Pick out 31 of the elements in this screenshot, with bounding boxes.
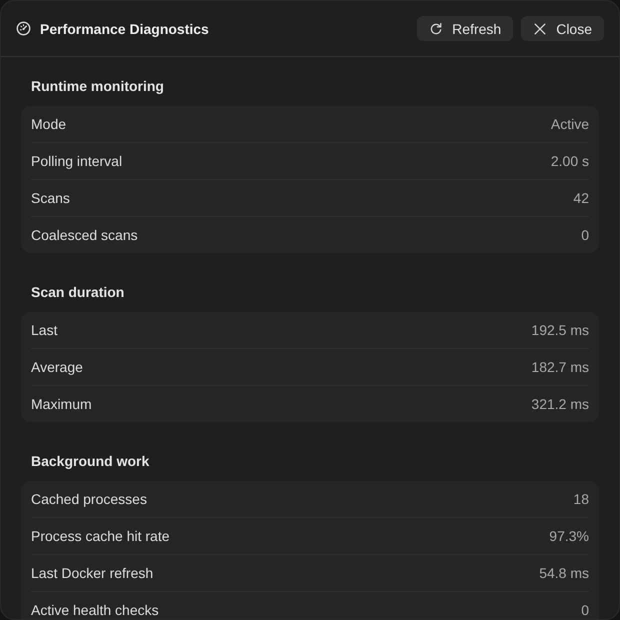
row-label: Maximum	[31, 396, 92, 412]
row-label: Coalesced scans	[31, 227, 138, 243]
row-value: 54.8 ms	[539, 565, 589, 581]
row-value: 182.7 ms	[531, 359, 589, 375]
row-label: Last	[31, 322, 58, 338]
refresh-icon	[429, 22, 444, 36]
row-value: 18	[573, 491, 589, 507]
row-value: 2.00 s	[550, 153, 589, 169]
gauge-icon	[16, 21, 31, 36]
close-icon	[533, 22, 548, 36]
row-label: Process cache hit rate	[31, 528, 170, 544]
row-value: 192.5 ms	[531, 322, 589, 338]
row-label: Active health checks	[31, 602, 159, 618]
row-label: Average	[31, 359, 83, 375]
row-value: 0	[581, 227, 589, 243]
window-title: Performance Diagnostics	[40, 20, 209, 36]
row-label: Polling interval	[31, 153, 122, 169]
row-label: Cached processes	[31, 491, 147, 507]
row-label: Last Docker refresh	[31, 565, 154, 581]
row-label: Scans	[31, 190, 70, 206]
section-heading: Scan duration	[30, 283, 126, 302]
row-value: 97.3%	[549, 528, 589, 544]
row-value: Active	[550, 116, 589, 132]
row-value: 42	[573, 190, 589, 206]
row-label: Mode	[31, 116, 66, 132]
section-heading: Background work	[30, 452, 150, 471]
close-button[interactable]: Close	[521, 16, 604, 41]
section-heading: Runtime monitoring	[30, 77, 165, 96]
row-value: 0	[581, 602, 589, 618]
refresh-button[interactable]: Refresh	[417, 16, 514, 41]
row-value: 321.2 ms	[531, 396, 589, 412]
